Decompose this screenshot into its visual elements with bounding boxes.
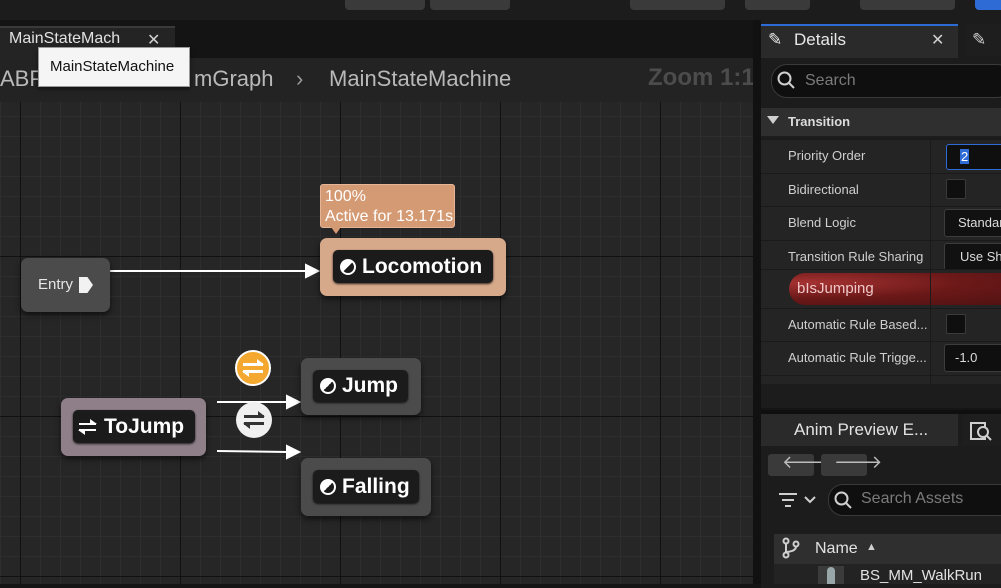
property-label: Bidirectional (788, 182, 859, 197)
tab-details[interactable] (761, 24, 958, 58)
transition-rule-icon[interactable] (236, 402, 272, 438)
state-node-jump[interactable]: Jump (301, 358, 421, 415)
wire-tojump-to-falling (216, 450, 288, 453)
conduit-title-box: ToJump (73, 410, 195, 443)
popup-pointer (331, 227, 341, 234)
entry-label: Entry (38, 276, 74, 293)
debug-controls[interactable] (430, 0, 510, 10)
property-label: Priority Order (788, 148, 866, 163)
state-icon (340, 258, 356, 275)
conduit-label: ToJump (104, 414, 185, 438)
auto-rule-checkbox[interactable] (946, 314, 966, 334)
rule-sharing-dropdown[interactable]: Use Sh (944, 243, 1001, 271)
chevron-down-icon (804, 496, 816, 504)
document-tab-label: MainStateMach (9, 30, 121, 47)
state-icon (320, 478, 336, 495)
state-title-box: Locomotion (333, 250, 493, 283)
priority-order-input[interactable]: 2 (946, 144, 1001, 170)
property-label: Transition Rule Sharing (788, 249, 924, 264)
pencil-icon: ✎ (972, 30, 987, 49)
chevron-right-icon: › (296, 66, 304, 91)
arrowhead (286, 394, 302, 410)
bidirectional-checkbox[interactable] (946, 179, 966, 199)
sort-ascending-icon: ▲ (866, 541, 877, 553)
toolbar-button[interactable] (860, 0, 955, 10)
close-icon[interactable]: ✕ (931, 30, 944, 50)
arrowhead (305, 263, 321, 279)
transition-rule-icon[interactable] (235, 350, 271, 386)
source-control-icon[interactable] (781, 537, 801, 559)
toolbar-accent-button[interactable] (975, 0, 1001, 10)
character-icon (827, 567, 835, 584)
swap-arrows-icon (242, 359, 264, 377)
rule-variable-label: bIsJumping (797, 280, 874, 297)
main-toolbar (0, 0, 1001, 21)
search-icon (777, 71, 795, 89)
tab-tooltip: MainStateMachine (38, 47, 190, 87)
state-icon (320, 378, 336, 394)
conduit-icon (78, 418, 97, 435)
blend-logic-dropdown[interactable]: Standard (944, 209, 1001, 237)
asset-search-placeholder: Search Assets (861, 490, 964, 507)
anim-preview-title: Anim Preview E... (794, 420, 929, 439)
status-active-time: Active for 13.171s (325, 208, 454, 225)
breadcrumb-current: MainStateMachine (329, 66, 512, 91)
state-title-box: Jump (313, 370, 408, 402)
column-splitter[interactable] (930, 139, 931, 384)
zoom-level: Zoom 1:1 (648, 64, 755, 91)
search-icon (834, 491, 852, 509)
auto-rule-trigger-input[interactable]: -1.0 (944, 344, 1001, 372)
pencil-icon: ✎ (768, 30, 783, 49)
state-label: Locomotion (362, 254, 483, 278)
property-label: Blend Logic (788, 215, 856, 230)
asset-browser-icon (970, 422, 992, 441)
property-row (761, 375, 1001, 384)
search-placeholder: Search (805, 72, 856, 89)
chevron-down-icon (767, 116, 779, 124)
conduit-node-tojump[interactable]: ToJump (61, 398, 206, 456)
state-status-popup: 100% Active for 13.171s (320, 184, 455, 228)
state-node-falling[interactable]: Falling (301, 458, 431, 516)
state-node-locomotion[interactable]: Locomotion (320, 238, 506, 296)
priority-order-value: 2 (960, 149, 970, 164)
filter-icon[interactable] (777, 490, 817, 510)
state-title-box: Falling (313, 470, 419, 503)
breadcrumb-item[interactable]: mGraph (194, 66, 273, 92)
category-label: Transition (788, 114, 851, 129)
details-title: Details (794, 30, 846, 49)
toolbar-button[interactable] (745, 0, 810, 10)
arrowhead (286, 444, 302, 460)
swap-arrows-icon (243, 411, 265, 429)
toolbar-button[interactable] (630, 0, 725, 10)
asset-name: BS_MM_WalkRun (860, 567, 982, 584)
status-percent: 100% (325, 188, 366, 205)
arrow-right-icon: 🡒 (834, 452, 883, 472)
property-label: Automatic Rule Based... (788, 317, 928, 332)
state-label: Falling (342, 474, 410, 498)
asset-list-header (774, 534, 1001, 564)
state-label: Jump (342, 374, 399, 397)
play-button[interactable] (345, 0, 425, 10)
column-header-name[interactable]: Name (815, 540, 858, 558)
property-label: Automatic Rule Trigge... (788, 350, 927, 365)
